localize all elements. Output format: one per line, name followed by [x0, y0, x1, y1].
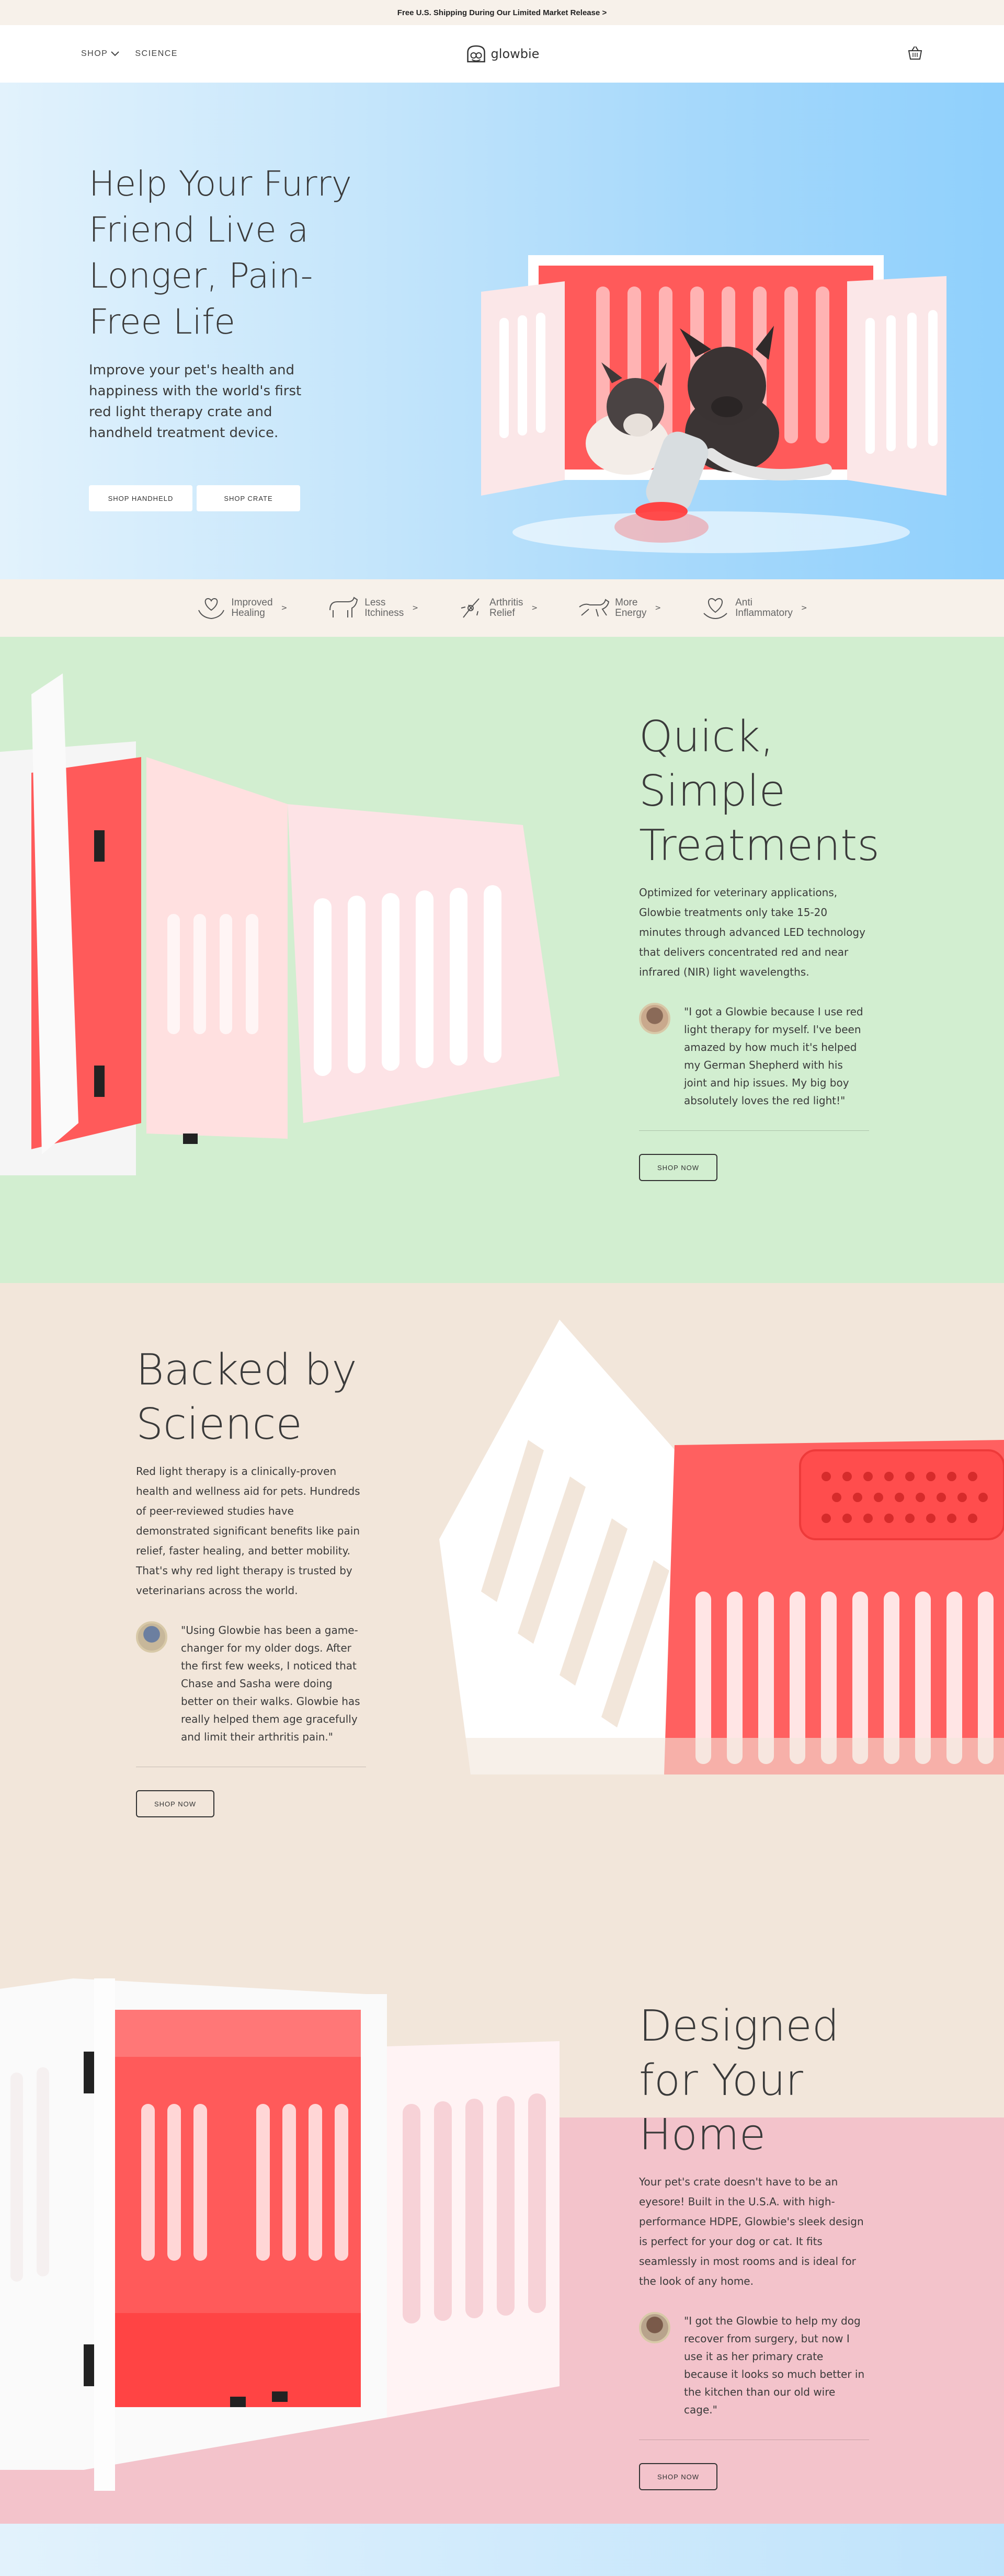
quick-title: Quick, Simple Treatments [639, 712, 880, 871]
home-title: Designed for Your Home [639, 2001, 839, 2160]
testimonial-text: "I got the Glowbie to help my dog recove… [684, 2315, 865, 2416]
quick-treatments-section: Quick, Simple Treatments Optimized for v… [0, 637, 1004, 1283]
benefit-line1: More [615, 597, 638, 608]
benefit-line1: Improved [231, 597, 273, 608]
benefit-line1: Anti [735, 597, 752, 608]
next-section-preview [0, 2524, 1004, 2576]
crate-front-image [0, 1978, 560, 2491]
hero-copy: Help Your Furry Friend Live a Longer, Pa… [89, 161, 361, 511]
logo-text: glowbie [490, 47, 540, 61]
benefit-label: Improved Healing [231, 598, 272, 619]
benefit-label: Less Itchiness [364, 598, 404, 619]
testimonial: "Using Glowbie has been a game-changer f… [136, 1621, 366, 1767]
chevron-down-icon[interactable] [111, 51, 120, 56]
crate-left-door [481, 281, 565, 496]
crate-right-door [847, 276, 946, 496]
joint-icon [461, 598, 480, 618]
chevron-right-icon: > [281, 604, 288, 612]
cart-button[interactable] [907, 45, 923, 62]
shop-now-button[interactable]: SHOP NOW [639, 1154, 717, 1181]
hero-title: Help Your Furry Friend Live a Longer, Pa… [89, 164, 352, 342]
nav-science[interactable]: SCIENCE [135, 49, 178, 59]
science-copy: Backed by Science Red light therapy is a… [136, 1343, 366, 1817]
benefit-less-itchiness[interactable]: Less Itchiness > [327, 594, 418, 622]
home-copy: Designed for Your Home Your pet's crate … [639, 1999, 869, 2490]
quick-copy: Quick, Simple Treatments Optimized for v… [639, 710, 880, 1181]
shop-now-button[interactable]: SHOP NOW [136, 1790, 214, 1817]
crate-closeup-image [439, 1320, 1004, 1790]
main-nav: SHOP SCIENCE [81, 49, 178, 59]
benefit-arthritis-relief[interactable]: Arthritis Relief > [458, 594, 538, 622]
heart-care-icon [703, 598, 727, 620]
quick-body: Optimized for veterinary applications, G… [639, 886, 865, 978]
benefit-line2: Inflammatory [735, 608, 793, 619]
nav-science-label[interactable]: SCIENCE [135, 49, 178, 59]
benefit-anti-inflammatory[interactable]: Anti Inflammatory > [701, 594, 807, 622]
dog-scratching-icon [329, 597, 358, 617]
science-section: Backed by Science Red light therapy is a… [0, 1283, 1004, 1926]
open-crate-image [0, 673, 560, 1175]
announcement-bar[interactable]: Free U.S. Shipping During Our Limited Ma… [0, 0, 1004, 25]
science-title: Backed by Science [136, 1345, 357, 1449]
hero-buttons: SHOP HANDHELD SHOP CRATE [89, 485, 361, 511]
science-body: Red light therapy is a clinically-proven… [136, 1465, 360, 1597]
benefit-line1: Arthritis [489, 597, 523, 608]
chevron-right-icon: > [655, 604, 661, 612]
glowbie-logo-icon [467, 45, 485, 63]
hero-section: Help Your Furry Friend Live a Longer, Pa… [0, 83, 1004, 579]
benefit-improved-healing[interactable]: Improved Healing > [197, 594, 287, 622]
avatar [639, 2312, 670, 2343]
site-header: SHOP SCIENCE glowbie [0, 25, 1004, 83]
chevron-right-icon: > [412, 604, 419, 612]
avatar [639, 1003, 670, 1034]
cart-icon[interactable] [907, 45, 923, 60]
hero-crate-image [481, 255, 946, 553]
testimonial-text: "I got a Glowbie because I use red light… [684, 1005, 863, 1107]
home-body: Your pet's crate doesn't have to be an e… [639, 2176, 864, 2287]
benefit-label: More Energy [615, 598, 646, 619]
benefit-label: Arthritis Relief [489, 598, 523, 619]
running-dog-icon [579, 599, 610, 617]
avatar [136, 1621, 167, 1653]
shop-now-button[interactable]: SHOP NOW [639, 2463, 717, 2490]
benefit-line1: Less [364, 597, 386, 608]
heart-hands-icon [198, 598, 225, 620]
benefit-line2: Energy [615, 608, 647, 619]
testimonial-text: "Using Glowbie has been a game-changer f… [181, 1624, 360, 1743]
testimonial: "I got the Glowbie to help my dog recove… [639, 2312, 869, 2440]
testimonial: "I got a Glowbie because I use red light… [639, 1003, 869, 1131]
hero-subtitle: Improve your pet's health and happiness … [89, 362, 302, 441]
announcement-text[interactable]: Free U.S. Shipping During Our Limited Ma… [397, 8, 607, 17]
nav-shop-label[interactable]: SHOP [81, 49, 108, 59]
benefit-label: Anti Inflammatory [735, 598, 793, 619]
logo[interactable]: glowbie [465, 44, 540, 64]
chevron-right-icon: > [531, 604, 538, 612]
benefit-line2: Healing [231, 608, 265, 619]
benefit-line2: Relief [489, 608, 515, 619]
designed-for-home-section: Designed for Your Home Your pet's crate … [0, 1926, 1004, 2524]
shop-handheld-button[interactable]: SHOP HANDHELD [89, 485, 192, 511]
benefits-strip: Improved Healing > Less Itchiness > Arth… [0, 579, 1004, 637]
benefit-more-energy[interactable]: More Energy > [577, 594, 661, 622]
nav-shop[interactable]: SHOP [81, 49, 120, 59]
chevron-right-icon: > [801, 604, 807, 612]
benefit-line2: Itchiness [364, 608, 404, 619]
shop-crate-button[interactable]: SHOP CRATE [197, 485, 300, 511]
